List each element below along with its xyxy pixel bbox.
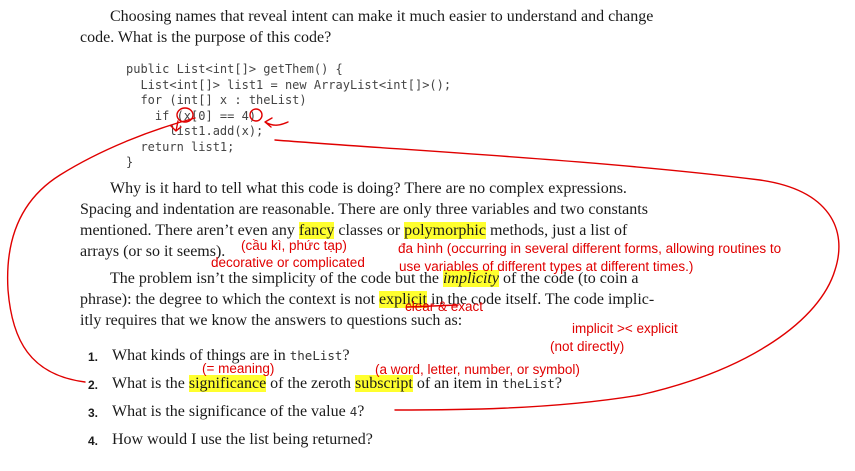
annotation-not-directly: (not directly) xyxy=(550,339,625,354)
code-span: theList xyxy=(289,348,343,363)
para2-line-4: arrays (or so it seems). xyxy=(80,243,226,260)
text-span: The problem isn’t the simplicity of the … xyxy=(110,270,443,287)
annotation-polymorphic-en: use variables of different types at diff… xyxy=(399,259,694,274)
ink-arrow-right xyxy=(264,117,289,128)
annotation-fancy-en: decorative or complicated xyxy=(211,255,365,270)
annotation-fancy-vi: (cầu kì, phức tạp) xyxy=(241,238,347,253)
text-span: of the zeroth xyxy=(266,375,356,392)
text-span: ? xyxy=(554,375,562,392)
annotation-subscript: (a word, letter, number, or symbol) xyxy=(375,362,580,377)
para2-line-1: Why is it hard to tell what this code is… xyxy=(110,180,627,197)
code-line: return list1; xyxy=(126,139,235,154)
annotation-implicit-vs-explicit: implicit >< explicit xyxy=(572,321,678,336)
code-span: theList xyxy=(502,376,555,391)
code-line: list1.add(x); xyxy=(126,124,264,138)
text-span: ? xyxy=(357,403,365,420)
para2-line-3: mentioned. There aren’t even any fancy c… xyxy=(80,220,627,241)
list-item: What is the significance of the value 4? xyxy=(112,402,364,422)
text-span: How would I use the list being returned? xyxy=(112,431,373,448)
intro-line-1: Choosing names that reveal intent can ma… xyxy=(110,8,654,25)
text-span: mentioned. There aren’t even any xyxy=(80,222,299,239)
list-number: 4. xyxy=(88,434,99,448)
annotation-polymorphic-vi: đa hình (occurring in several different … xyxy=(398,241,782,256)
highlight-fancy: fancy xyxy=(298,222,335,239)
code-line: if (x[0] == 4) xyxy=(126,108,257,123)
intro-line-2: code. What is the purpose of this code? xyxy=(80,29,332,46)
list-item: What is the significance of the zeroth s… xyxy=(112,374,562,394)
code-line: List<int[]> list1 = new ArrayList<int[]>… xyxy=(126,77,452,92)
text-span: What is the xyxy=(112,375,189,392)
text-span: ? xyxy=(342,347,350,364)
highlight-polymorphic: polymorphic xyxy=(404,222,486,239)
code-line: public List<int[]> getThem() { xyxy=(126,62,343,76)
highlight-significance: significance xyxy=(188,375,267,392)
list-number: 1. xyxy=(88,350,99,364)
highlight-subscript: subscript xyxy=(355,375,413,392)
list-number: 3. xyxy=(88,406,99,420)
list-number: 2. xyxy=(88,378,99,392)
text-span: What is the significance of the value xyxy=(112,403,350,420)
code-line: for (int[] x : theList) xyxy=(126,93,307,107)
para3-line-2: phrase): the degree to which the context… xyxy=(80,289,654,310)
list-item: How would I use the list being returned? xyxy=(112,430,373,450)
annotation-explicit: clear & exact xyxy=(405,299,484,314)
code-line: } xyxy=(126,155,134,169)
text-span: phrase): the degree to which the context… xyxy=(80,291,380,308)
text-span: methods, just a list of xyxy=(485,222,628,239)
text-span: of an item in xyxy=(412,375,503,392)
para2-line-2: Spacing and indentation are reasonable. … xyxy=(80,201,648,218)
annotation-meaning: (= meaning) xyxy=(202,361,275,376)
text-span: classes or xyxy=(334,222,405,239)
